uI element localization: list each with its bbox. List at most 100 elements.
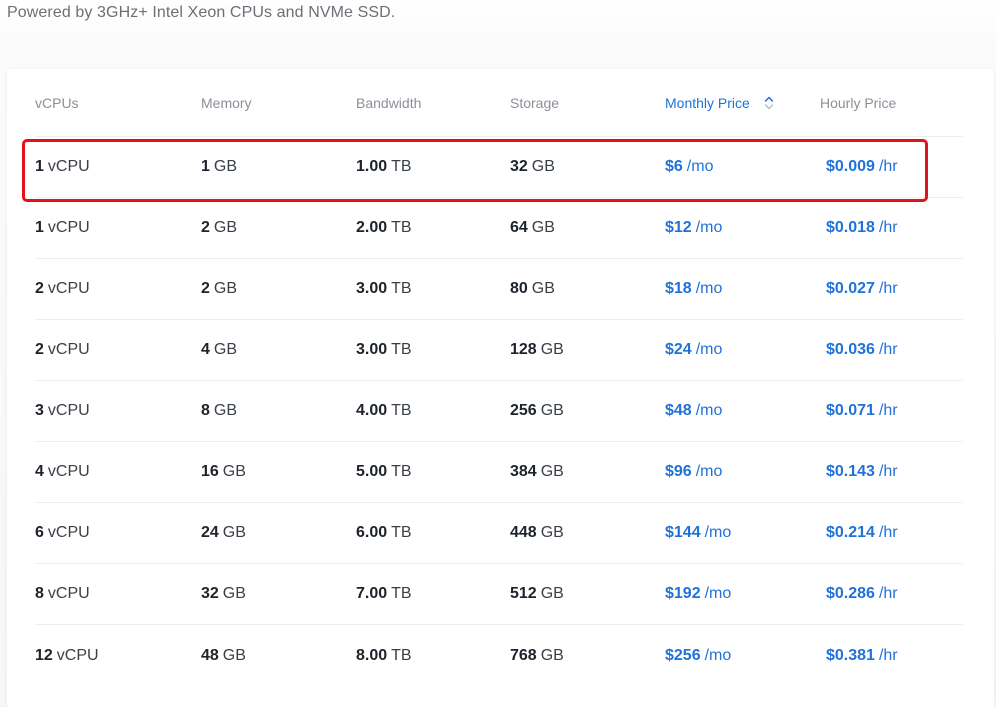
hourly-price-cell-value: $0.381 bbox=[826, 646, 875, 664]
monthly-price-cell-unit: /mo bbox=[695, 219, 723, 236]
memory-cell-unit: GB bbox=[213, 280, 238, 297]
vcpu-cell: 3 vCPU bbox=[35, 381, 90, 441]
storage-cell-value: 384 bbox=[510, 463, 537, 480]
memory-cell: 2 GB bbox=[201, 259, 237, 319]
memory-cell: 32 GB bbox=[201, 564, 246, 624]
memory-cell-unit: GB bbox=[213, 219, 238, 236]
hourly-price-cell-unit: /hr bbox=[878, 585, 898, 602]
table-row[interactable]: 4 vCPU 16 GB 5.00 TB 384 GB $96/mo $0.143/hr bbox=[35, 442, 963, 503]
header-monthly-price-label: Monthly Price bbox=[665, 94, 750, 111]
vcpu-cell-unit: vCPU bbox=[56, 646, 99, 664]
hardware-subtitle: Powered by 3GHz+ Intel Xeon CPUs and NVM… bbox=[7, 4, 396, 21]
storage-cell-value: 80 bbox=[510, 280, 528, 297]
table-header-row: vCPUs Memory Bandwidth Storage Monthly P… bbox=[35, 69, 963, 137]
memory-cell: 16 GB bbox=[201, 442, 246, 502]
vcpu-cell: 12 vCPU bbox=[35, 625, 99, 686]
monthly-price-cell: $18/mo bbox=[665, 259, 722, 319]
sort-up-down-icon[interactable] bbox=[764, 95, 774, 111]
hourly-price-cell: $0.143/hr bbox=[826, 442, 898, 502]
memory-cell: 24 GB bbox=[201, 503, 246, 563]
memory-cell-unit: GB bbox=[222, 524, 246, 541]
vcpu-cell-value: 3 bbox=[35, 402, 44, 419]
table-row[interactable]: 1 vCPU 2 GB 2.00 TB 64 GB $12/mo $0.018/hr bbox=[35, 198, 963, 259]
storage-cell-value: 256 bbox=[510, 402, 537, 419]
storage-cell-unit: GB bbox=[540, 524, 564, 541]
table-row[interactable]: 8 vCPU 32 GB 7.00 TB 512 GB $192/mo $0.286/hr bbox=[35, 564, 963, 625]
vcpu-cell-value: 8 bbox=[35, 585, 44, 602]
memory-cell-unit: GB bbox=[222, 646, 246, 664]
memory-cell-value: 24 bbox=[201, 524, 219, 541]
storage-cell: 448 GB bbox=[510, 503, 564, 563]
hourly-price-cell-unit: /hr bbox=[878, 158, 898, 175]
memory-cell: 8 GB bbox=[201, 381, 237, 441]
hourly-price-cell-value: $0.071 bbox=[826, 402, 875, 419]
monthly-price-cell-unit: /mo bbox=[704, 646, 732, 664]
header-bandwidth[interactable]: Bandwidth bbox=[356, 69, 421, 136]
hourly-price-cell-unit: /hr bbox=[878, 219, 898, 236]
hourly-price-cell-value: $0.027 bbox=[826, 280, 875, 297]
monthly-price-cell-value: $192 bbox=[665, 585, 701, 602]
monthly-price-cell-unit: /mo bbox=[695, 280, 723, 297]
storage-cell: 80 GB bbox=[510, 259, 555, 319]
bandwidth-cell: 5.00 TB bbox=[356, 442, 412, 502]
monthly-price-cell-value: $12 bbox=[665, 219, 692, 236]
bandwidth-cell-unit: TB bbox=[391, 585, 412, 602]
vcpu-cell-value: 12 bbox=[35, 646, 53, 664]
storage-cell-value: 128 bbox=[510, 341, 537, 358]
table-row[interactable]: 3 vCPU 8 GB 4.00 TB 256 GB $48/mo $0.071/hr bbox=[35, 381, 963, 442]
storage-cell: 32 GB bbox=[510, 137, 555, 197]
header-memory[interactable]: Memory bbox=[201, 69, 252, 136]
vcpu-cell-value: 4 bbox=[35, 463, 44, 480]
vcpu-cell-value: 1 bbox=[35, 219, 44, 236]
header-vcpus[interactable]: vCPUs bbox=[35, 69, 79, 136]
memory-cell-value: 2 bbox=[201, 219, 210, 236]
vcpu-cell-value: 2 bbox=[35, 280, 44, 297]
hourly-price-cell-unit: /hr bbox=[878, 402, 898, 419]
bandwidth-cell: 1.00 TB bbox=[356, 137, 412, 197]
memory-cell-value: 2 bbox=[201, 280, 210, 297]
bandwidth-cell: 3.00 TB bbox=[356, 259, 412, 319]
bandwidth-cell-unit: TB bbox=[391, 646, 412, 664]
table-row[interactable]: 2 vCPU 2 GB 3.00 TB 80 GB $18/mo $0.027/hr bbox=[35, 259, 963, 320]
memory-cell-unit: GB bbox=[222, 463, 246, 480]
storage-cell-value: 448 bbox=[510, 524, 537, 541]
storage-cell: 768 GB bbox=[510, 625, 564, 686]
header-hourly-price[interactable]: Hourly Price bbox=[820, 69, 896, 136]
header-monthly-price[interactable]: Monthly Price bbox=[665, 69, 774, 136]
vcpu-cell-unit: vCPU bbox=[47, 341, 90, 358]
table-row[interactable]: 1 vCPU 1 GB 1.00 TB 32 GB $6/mo $0.009/hr bbox=[35, 137, 963, 198]
bandwidth-cell-value: 3.00 bbox=[356, 341, 388, 358]
monthly-price-cell-value: $96 bbox=[665, 463, 692, 480]
pricing-card: vCPUs Memory Bandwidth Storage Monthly P… bbox=[7, 69, 994, 707]
memory-cell-value: 4 bbox=[201, 341, 210, 358]
monthly-price-cell-value: $24 bbox=[665, 341, 692, 358]
memory-cell: 2 GB bbox=[201, 198, 237, 258]
hourly-price-cell: $0.214/hr bbox=[826, 503, 898, 563]
hourly-price-cell-unit: /hr bbox=[878, 341, 898, 358]
memory-cell-value: 1 bbox=[201, 158, 210, 175]
storage-cell-unit: GB bbox=[540, 402, 564, 419]
table-row[interactable]: 6 vCPU 24 GB 6.00 TB 448 GB $144/mo $0.214/hr bbox=[35, 503, 963, 564]
hourly-price-cell: $0.071/hr bbox=[826, 381, 898, 441]
storage-cell-value: 64 bbox=[510, 219, 528, 236]
vcpu-cell-unit: vCPU bbox=[47, 524, 90, 541]
table-row[interactable]: 2 vCPU 4 GB 3.00 TB 128 GB $24/mo $0.036/hr bbox=[35, 320, 963, 381]
monthly-price-cell: $256/mo bbox=[665, 625, 731, 686]
monthly-price-cell: $12/mo bbox=[665, 198, 722, 258]
bandwidth-cell-unit: TB bbox=[391, 463, 412, 480]
vcpu-cell: 1 vCPU bbox=[35, 198, 90, 258]
vcpu-cell-value: 1 bbox=[35, 158, 44, 175]
table-row[interactable]: 12 vCPU 48 GB 8.00 TB 768 GB $256/mo $0.381/hr bbox=[35, 625, 963, 686]
bandwidth-cell-value: 1.00 bbox=[356, 158, 388, 175]
hourly-price-cell-value: $0.286 bbox=[826, 585, 875, 602]
monthly-price-cell-unit: /mo bbox=[695, 463, 723, 480]
memory-cell-value: 16 bbox=[201, 463, 219, 480]
hourly-price-cell: $0.018/hr bbox=[826, 198, 898, 258]
vcpu-cell-unit: vCPU bbox=[47, 585, 90, 602]
vcpu-cell-value: 6 bbox=[35, 524, 44, 541]
header-storage[interactable]: Storage bbox=[510, 69, 559, 136]
bandwidth-cell: 7.00 TB bbox=[356, 564, 412, 624]
memory-cell-value: 48 bbox=[201, 646, 219, 664]
storage-cell: 512 GB bbox=[510, 564, 564, 624]
memory-cell-unit: GB bbox=[213, 402, 238, 419]
